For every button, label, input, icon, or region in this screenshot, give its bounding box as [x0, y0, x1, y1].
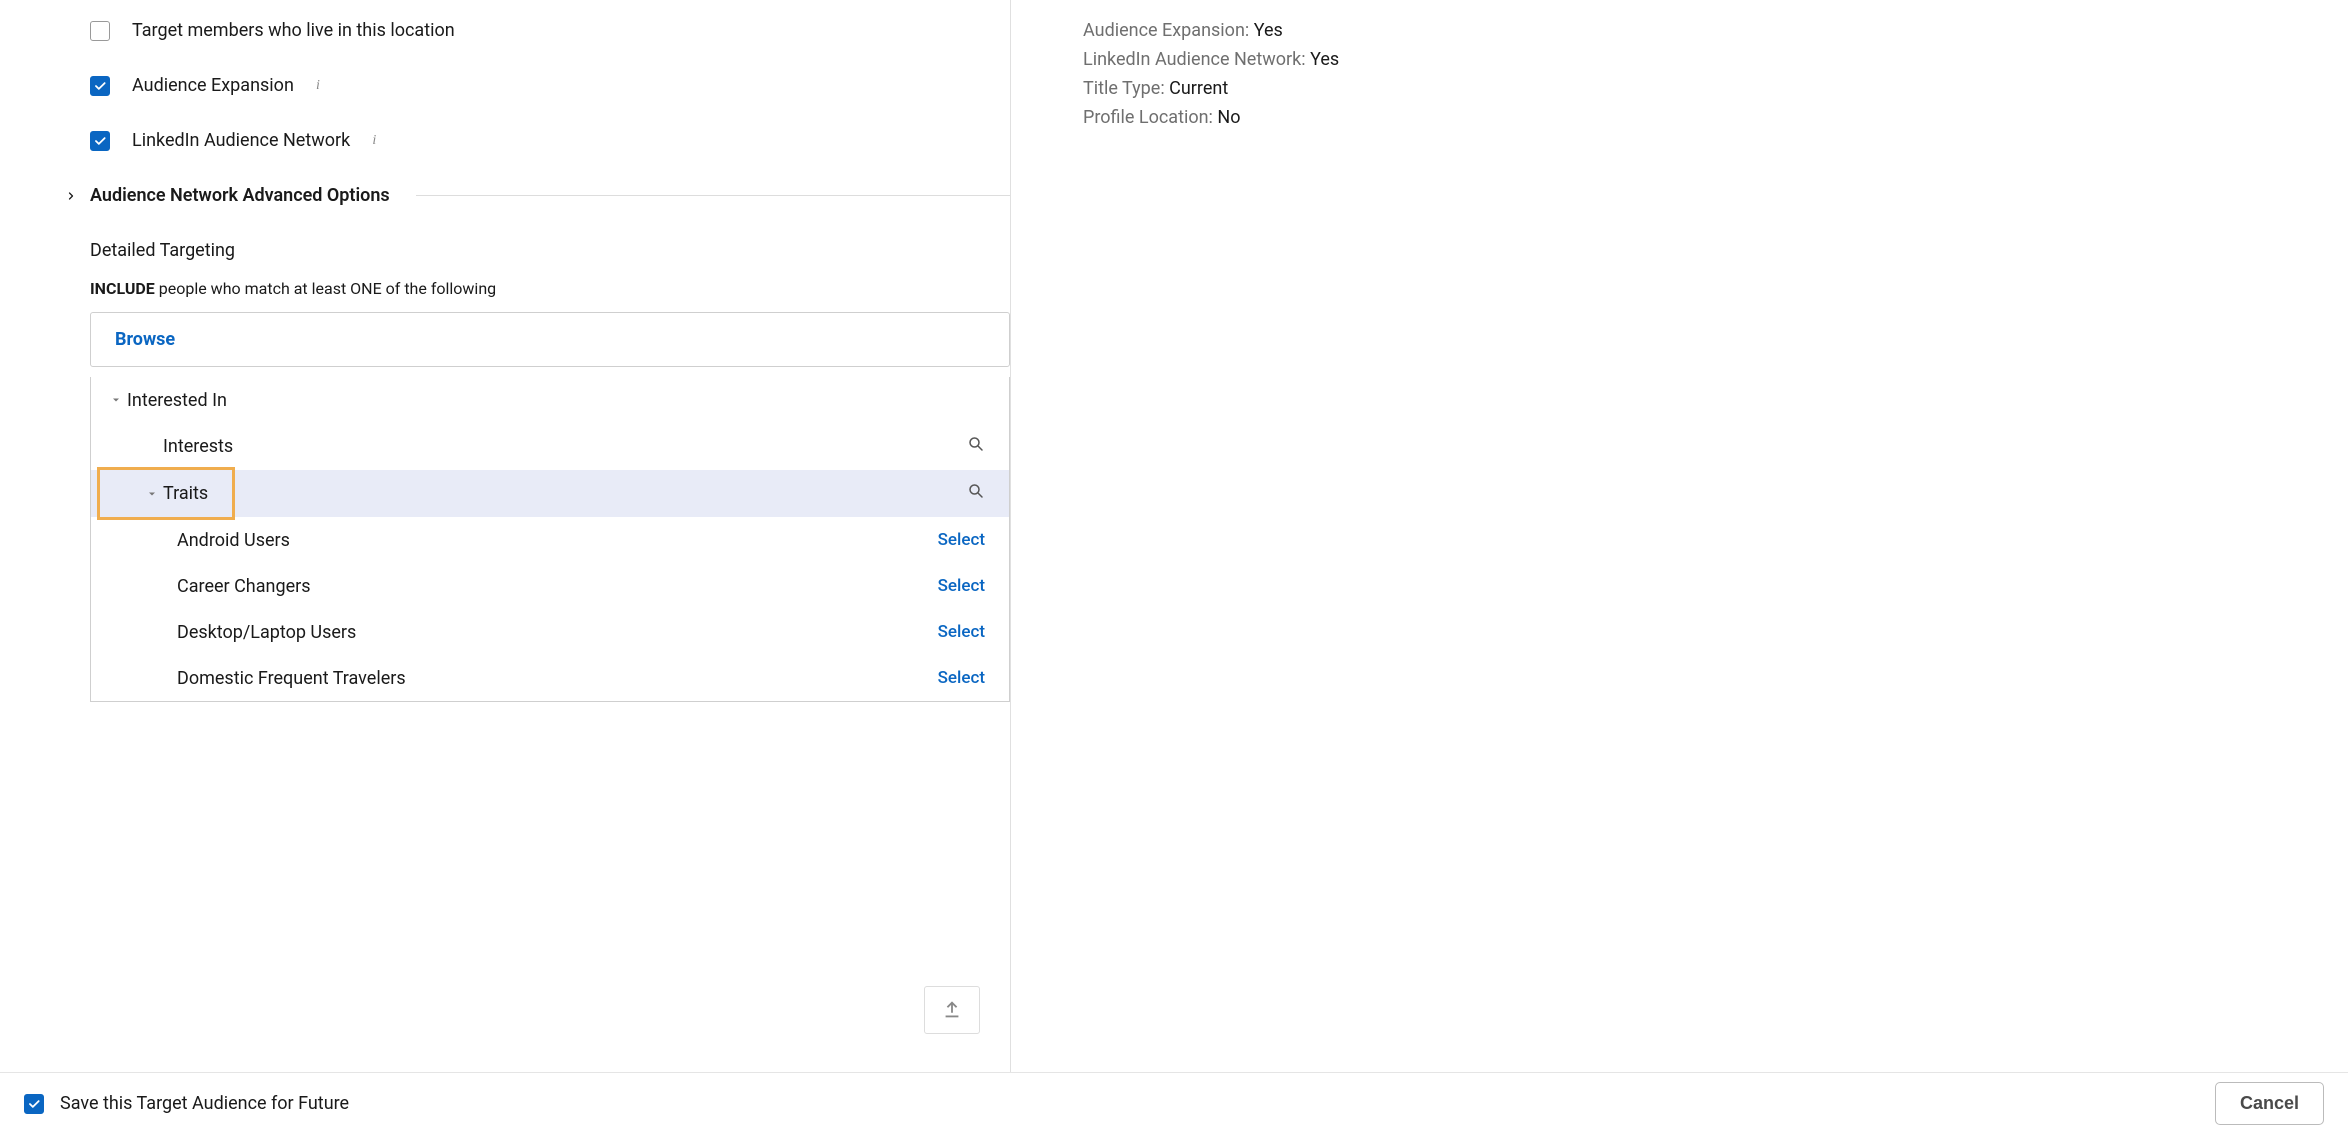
label-audience-expansion: Audience Expansion — [132, 75, 294, 96]
tree-label: Domestic Frequent Travelers — [177, 668, 938, 689]
label-target-members: Target members who live in this location — [132, 20, 455, 41]
summary-value: Current — [1169, 78, 1228, 99]
browse-box: Browse — [90, 312, 1010, 367]
caret-down-icon — [141, 488, 163, 500]
upload-button[interactable] — [924, 986, 980, 1034]
summary-value: Yes — [1254, 20, 1283, 41]
include-rest: people who match at least ONE of the fol… — [155, 279, 496, 298]
targeting-tree: Interested In Interests Traits — [90, 377, 1010, 702]
select-link[interactable]: Select — [938, 622, 985, 642]
summary-row: Audience Expansion: Yes — [1083, 20, 2348, 41]
tree-row-traits[interactable]: Traits — [91, 470, 1009, 517]
chevron-right-icon — [64, 189, 78, 203]
summary-value: No — [1217, 107, 1240, 128]
select-link[interactable]: Select — [938, 668, 985, 688]
advanced-options-label: Audience Network Advanced Options — [90, 185, 390, 206]
search-icon[interactable] — [967, 482, 985, 505]
summary-value: Yes — [1310, 49, 1339, 70]
tree-row-interests[interactable]: Interests — [91, 423, 1009, 470]
search-icon[interactable] — [967, 435, 985, 458]
summary-label: Profile Location: — [1083, 107, 1213, 128]
summary-label: Audience Expansion: — [1083, 20, 1249, 41]
tree-row-leaf[interactable]: Desktop/Laptop Users Select — [91, 609, 1009, 655]
divider — [416, 195, 1010, 196]
tree-label: Android Users — [177, 530, 938, 551]
tree-row-leaf[interactable]: Domestic Frequent Travelers Select — [91, 655, 1009, 701]
summary-row: Profile Location: No — [1083, 107, 2348, 128]
select-link[interactable]: Select — [938, 576, 985, 596]
advanced-options-header[interactable]: Audience Network Advanced Options — [64, 185, 1010, 206]
tree-row-leaf[interactable]: Career Changers Select — [91, 563, 1009, 609]
summary-row: Title Type: Current — [1083, 78, 2348, 99]
summary-panel: Audience Expansion: Yes LinkedIn Audienc… — [1011, 0, 2348, 1134]
summary-label: LinkedIn Audience Network: — [1083, 49, 1306, 70]
detailed-targeting-header: Detailed Targeting — [90, 240, 1010, 261]
option-linkedin-network-row: LinkedIn Audience Network i — [90, 130, 1010, 151]
tree-row-leaf[interactable]: Android Users Select — [91, 517, 1009, 563]
checkbox-audience-expansion[interactable] — [90, 76, 110, 96]
caret-down-icon — [105, 394, 127, 406]
include-bold: INCLUDE — [90, 279, 155, 298]
tree-label: Interested In — [127, 390, 995, 411]
summary-label: Title Type: — [1083, 78, 1165, 99]
tree-label: Interests — [163, 436, 967, 457]
checkbox-linkedin-network[interactable] — [90, 131, 110, 151]
info-icon[interactable]: i — [366, 133, 382, 149]
tree-label: Desktop/Laptop Users — [177, 622, 938, 643]
tree-label: Traits — [163, 483, 967, 504]
cancel-button[interactable]: Cancel — [2215, 1082, 2324, 1125]
info-icon[interactable]: i — [310, 78, 326, 94]
tree-label: Career Changers — [177, 576, 938, 597]
checkbox-save-audience[interactable] — [24, 1094, 44, 1114]
label-linkedin-network: LinkedIn Audience Network — [132, 130, 350, 151]
browse-link[interactable]: Browse — [115, 329, 175, 350]
option-target-members-row: Target members who live in this location — [90, 20, 1010, 41]
option-audience-expansion-row: Audience Expansion i — [90, 75, 1010, 96]
tree-row-interested-in[interactable]: Interested In — [91, 377, 1009, 423]
select-link[interactable]: Select — [938, 530, 985, 550]
save-audience-label: Save this Target Audience for Future — [60, 1093, 349, 1114]
checkbox-target-members[interactable] — [90, 21, 110, 41]
include-description: INCLUDE people who match at least ONE of… — [90, 279, 1010, 298]
footer-bar: Save this Target Audience for Future Can… — [0, 1072, 2348, 1134]
summary-row: LinkedIn Audience Network: Yes — [1083, 49, 2348, 70]
